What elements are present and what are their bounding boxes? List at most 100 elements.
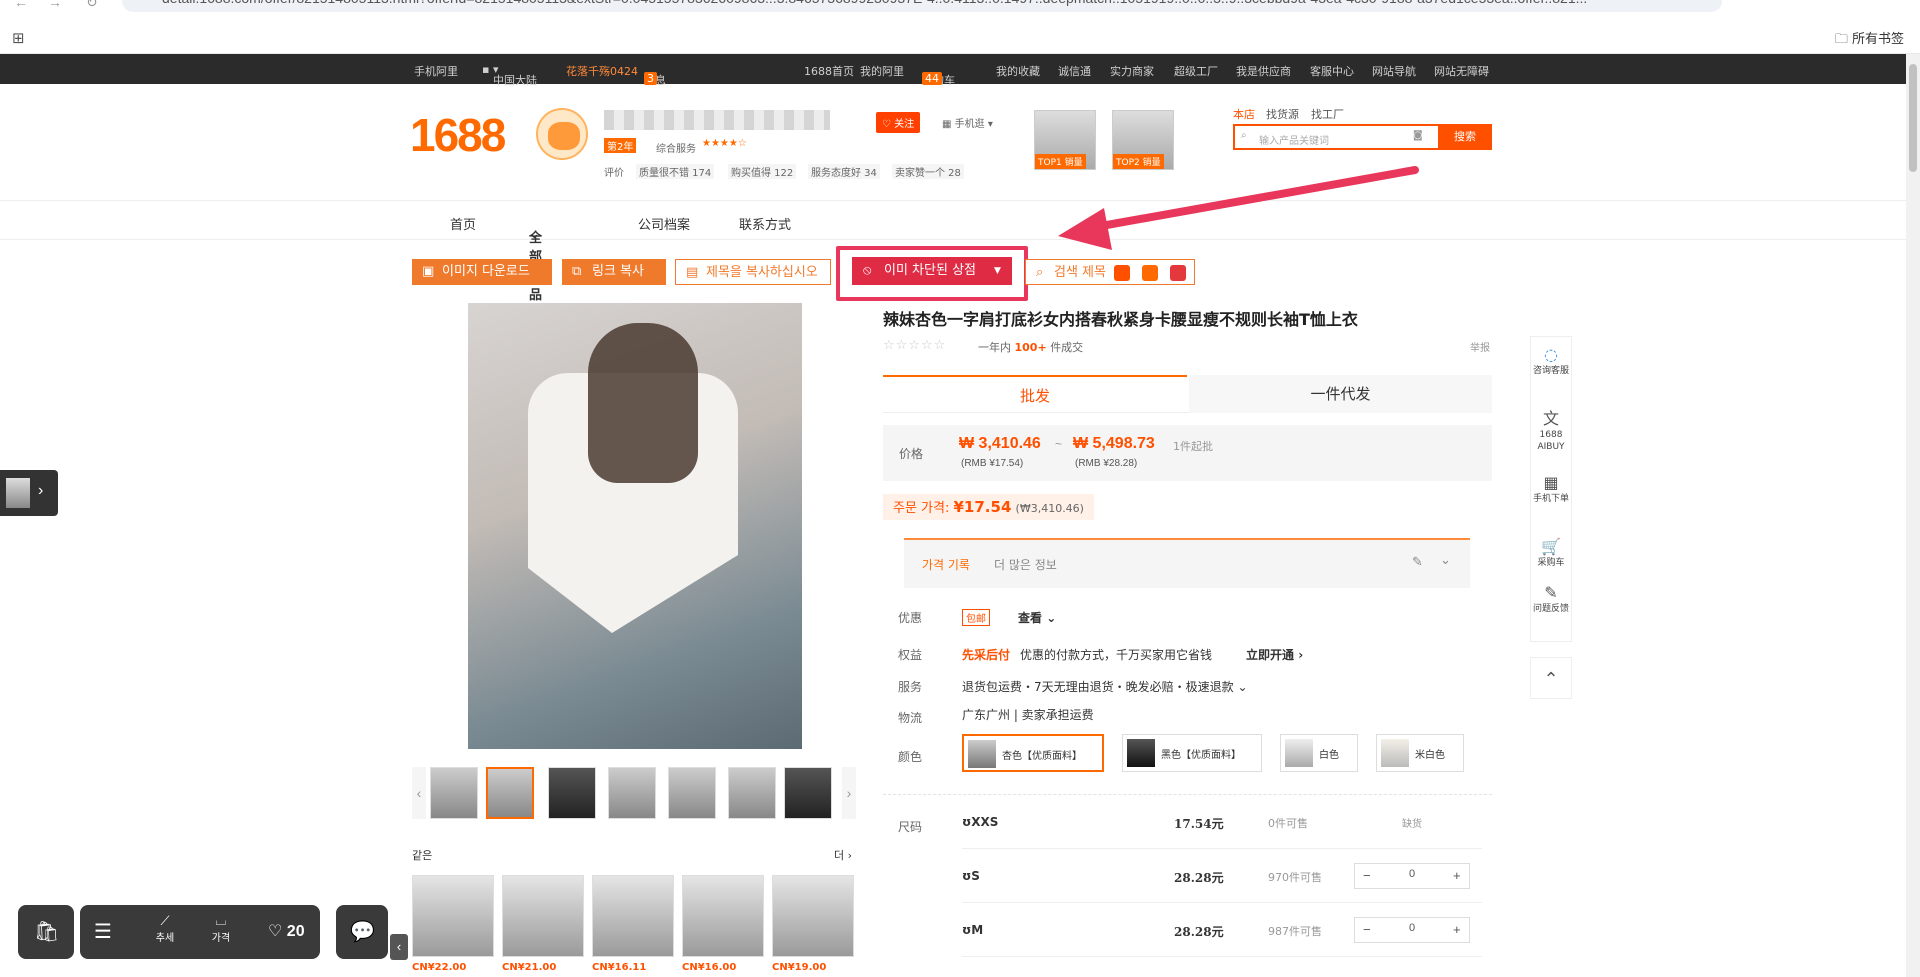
all-bookmarks-button[interactable]: 🗀 所有书签 [1835, 28, 1904, 52]
thumb-prev-button[interactable]: ‹ [412, 767, 426, 819]
topbar-strong-merchant[interactable]: 实力商家 [1110, 63, 1154, 79]
tab-wholesale[interactable]: 批发 [883, 375, 1187, 413]
like-button[interactable]: ♡ 20 [268, 921, 305, 941]
price-history-more[interactable]: 더 많은 정보 [994, 556, 1057, 573]
plus-icon[interactable]: + [1453, 922, 1461, 937]
topbar-accessibility[interactable]: 网站无障碍 [1434, 63, 1489, 79]
color-option[interactable]: 米白色 [1376, 734, 1464, 772]
rights-activate-link[interactable]: 立即开通 › [1246, 646, 1303, 663]
similar-product[interactable] [682, 875, 764, 957]
similar-product[interactable] [592, 875, 674, 957]
topbar-region[interactable]: ▪ 中国大陆 ▾ [482, 63, 537, 87]
color-option[interactable]: 白色 [1280, 734, 1358, 772]
copy-title-button[interactable]: ▤ 제목을 복사하십시오 [675, 259, 831, 285]
price-compare-button[interactable]: ⌴ 가격 [206, 913, 236, 944]
quantity-stepper[interactable]: − 0 + [1354, 863, 1470, 889]
stack-icon[interactable]: ☰ [94, 919, 112, 944]
bag-button[interactable]: 🛍 [18, 905, 74, 959]
service-text[interactable]: 退货包运费・7天无理由退货・晚发必赔・极速退款 ⌄ [962, 678, 1248, 695]
trend-button[interactable]: ⟋ 추세 [150, 913, 180, 944]
feedback-button[interactable]: ✎ 问题反馈 [1531, 583, 1571, 615]
similar-product[interactable] [772, 875, 854, 957]
customer-service-button[interactable]: ◌ 咨询客服 [1531, 345, 1571, 377]
reload-icon[interactable]: ↻ [86, 0, 104, 10]
topbar-chengxintong[interactable]: 诚信通 [1058, 63, 1091, 79]
shopnav-contact[interactable]: 联系方式 [739, 214, 791, 233]
back-icon[interactable]: ← [14, 0, 32, 10]
product-thumb[interactable] [608, 767, 656, 819]
back-to-top-button[interactable]: ⌃ [1530, 657, 1572, 699]
search-button[interactable]: 搜索 [1438, 124, 1492, 150]
like-count: 20 [286, 923, 305, 940]
quantity-value[interactable]: 0 [1409, 868, 1415, 880]
shop-name-blurred[interactable] [604, 110, 830, 130]
shop-avatar[interactable] [536, 108, 588, 160]
promo-view-button[interactable]: 查看 ⌄ [1018, 609, 1056, 626]
collapse-bottom-bar-button[interactable]: ‹ [390, 934, 408, 960]
topbar-region-label: 中国大陆 [492, 74, 537, 87]
minus-icon[interactable]: − [1363, 922, 1371, 937]
topbar-supplier[interactable]: 我是供应商 [1236, 63, 1291, 79]
left-float-preview[interactable]: › [0, 470, 58, 516]
product-thumb[interactable] [668, 767, 716, 819]
color-option[interactable]: 黑色【优质面料】 [1122, 734, 1262, 772]
price-history-panel[interactable]: 가격 기록 더 많은 정보 ✎ ⌄ [904, 538, 1470, 588]
thumb-next-button[interactable]: › [842, 767, 856, 819]
similar-more-link[interactable]: 더 › [834, 847, 852, 863]
follow-shop-button[interactable]: ♡ 关注 [876, 112, 921, 133]
report-link[interactable]: 举报 [1470, 339, 1490, 354]
color-option[interactable]: 杏色【优质面料】 [962, 734, 1104, 772]
page-scrollbar[interactable] [1906, 54, 1920, 977]
search-title-button[interactable]: ⌕ 검색 제목 [1025, 259, 1195, 285]
shop-search-input[interactable]: ⌕ 输入产品关键词 ◙ [1233, 124, 1438, 150]
shopnav-home[interactable]: 首页 [450, 214, 476, 233]
topbar-super-factory[interactable]: 超级工厂 [1174, 63, 1218, 79]
product-thumb[interactable] [548, 767, 596, 819]
topbar-site-nav[interactable]: 网站导航 [1372, 63, 1416, 79]
right-float-toolbar: ◌ 咨询客服 文 1688 AIBUY ▦ 手机下单 🛒 采购车 ✎ 问题反馈 [1530, 336, 1572, 642]
download-images-button[interactable]: ▣ 이미지 다운로드 [412, 259, 552, 285]
quantity-value[interactable]: 0 [1409, 922, 1415, 934]
topbar-username[interactable]: 花落千殇0424 [566, 63, 638, 79]
mobile-order-button[interactable]: ▦ 手机下单 [1531, 473, 1571, 505]
search-icon: ⌕ [1241, 130, 1247, 141]
cart-button[interactable]: 🛒 采购车 [1531, 537, 1571, 569]
copy-link-button[interactable]: ⧉ 링크 복사 [562, 259, 666, 285]
main-product-image[interactable] [468, 303, 802, 749]
search-tab-factory[interactable]: 找工厂 [1311, 106, 1344, 122]
tmall-icon[interactable] [1142, 265, 1158, 281]
shopnav-company[interactable]: 公司档案 [638, 214, 690, 233]
chat-button[interactable]: 💬 [336, 905, 388, 959]
blocked-shop-label: 이미 차단된 상점 [884, 263, 976, 278]
topbar-mobile-ali[interactable]: 手机阿里 [414, 63, 458, 79]
edit-icon[interactable]: ✎ [1412, 554, 1423, 570]
aibuy-button[interactable]: 文 1688 AIBUY [1531, 409, 1571, 453]
product-thumb[interactable] [486, 767, 534, 819]
forward-icon[interactable]: → [48, 0, 66, 10]
apps-grid-icon[interactable]: ⊞ [12, 29, 25, 47]
topbar-favorites[interactable]: 我的收藏 [996, 63, 1040, 79]
taobao-icon[interactable] [1114, 265, 1130, 281]
topbar-home[interactable]: 1688首页 [804, 63, 854, 79]
search-tab-shop[interactable]: 本店 [1233, 106, 1255, 122]
search-tab-source[interactable]: 找货源 [1266, 106, 1299, 122]
address-bar[interactable]: detail.1688.com/offer/821514805113.html?… [122, 0, 1722, 12]
product-thumb[interactable] [728, 767, 776, 819]
plus-icon[interactable]: + [1453, 868, 1461, 883]
minus-icon[interactable]: − [1363, 868, 1371, 883]
topbar-service-center[interactable]: 客服中心 [1310, 63, 1354, 79]
chevron-down-icon[interactable]: ⌄ [1440, 552, 1451, 568]
similar-product[interactable] [412, 875, 494, 957]
blocked-shop-button[interactable]: ⦸ 이미 차단된 상점 ▼ [852, 257, 1012, 285]
quantity-stepper[interactable]: − 0 + [1354, 917, 1470, 943]
camera-icon[interactable]: ◙ [1413, 130, 1423, 141]
product-thumb[interactable] [784, 767, 832, 819]
topbar-my-ali[interactable]: 我的阿里 [860, 63, 904, 79]
scrollbar-thumb[interactable] [1909, 64, 1917, 172]
mobile-browse-button[interactable]: ▦ 手机逛 ▾ [942, 115, 993, 130]
product-thumb[interactable] [430, 767, 478, 819]
site-logo[interactable]: 1688 [410, 108, 506, 162]
tab-dropship[interactable]: 一件代发 [1189, 375, 1492, 413]
similar-product[interactable] [502, 875, 584, 957]
pinduoduo-icon[interactable] [1170, 265, 1186, 281]
